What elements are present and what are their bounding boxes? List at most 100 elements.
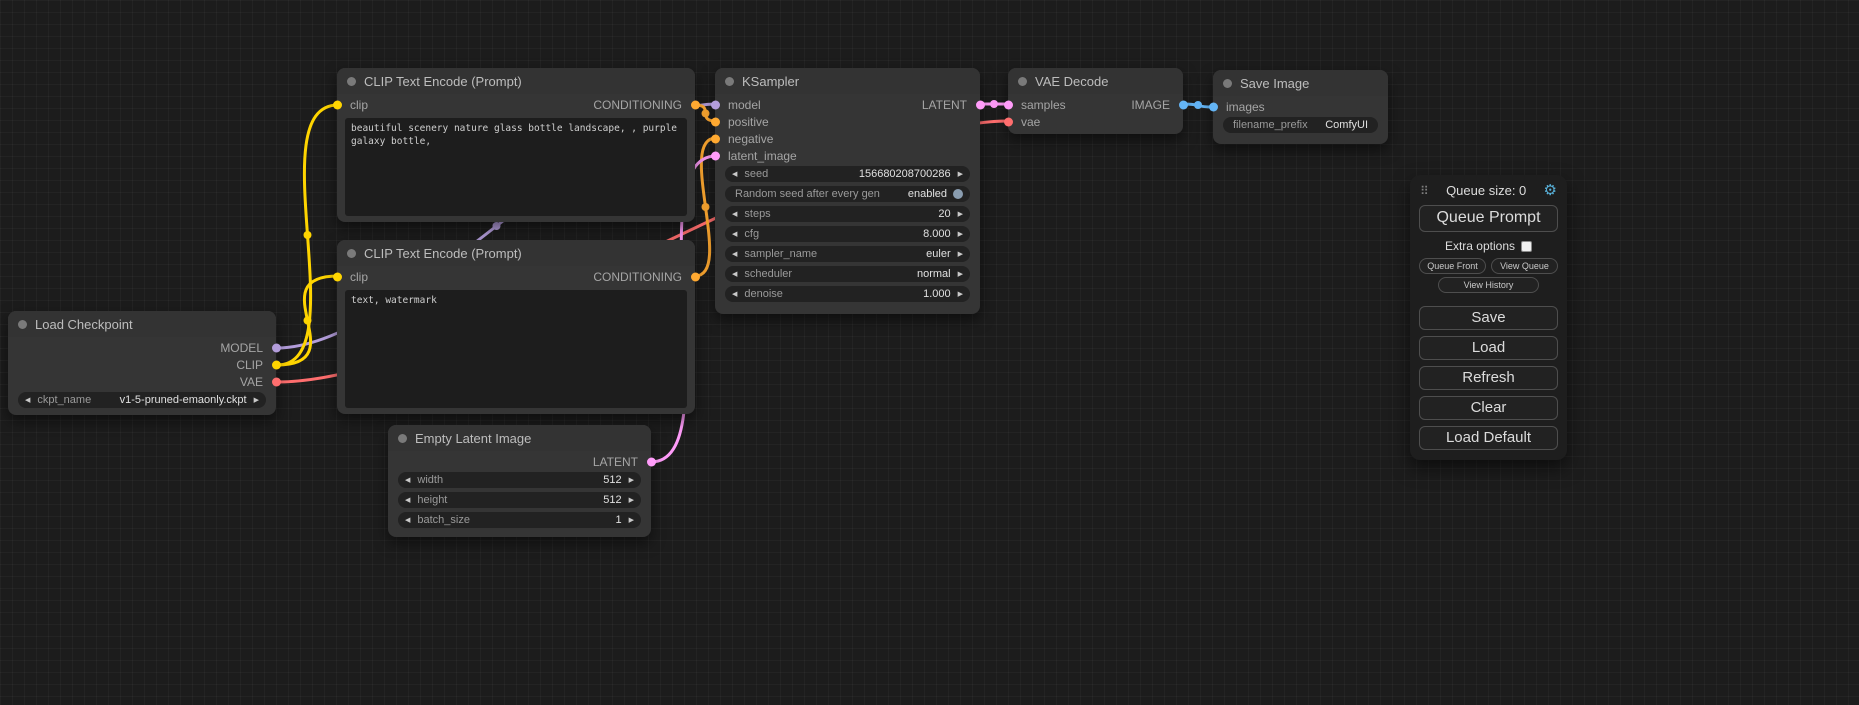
widget-sampler-name[interactable]: ◀ sampler_name euler ▶: [725, 246, 970, 262]
widget-height[interactable]: ◀ height 512 ▶: [398, 492, 641, 508]
widget-name: height: [417, 494, 447, 506]
output-slot-clip[interactable]: [272, 360, 281, 369]
input-slot-clip[interactable]: [333, 272, 342, 281]
slot-row: positive: [715, 113, 980, 130]
clear-button[interactable]: Clear: [1419, 396, 1558, 420]
input-slot-images[interactable]: [1209, 102, 1218, 111]
output-slot-conditioning[interactable]: [691, 272, 700, 281]
save-button[interactable]: Save: [1419, 306, 1558, 330]
node-load-checkpoint[interactable]: Load Checkpoint MODEL CLIP VAE ◀ ckpt_na…: [8, 311, 276, 415]
input-slot-positive[interactable]: [711, 117, 720, 126]
arrow-left-icon[interactable]: ◀: [732, 211, 737, 218]
widget-cfg[interactable]: ◀ cfg 8.000 ▶: [725, 226, 970, 242]
arrow-left-icon[interactable]: ◀: [25, 397, 30, 404]
input-label: latent_image: [728, 149, 797, 163]
arrow-right-icon[interactable]: ▶: [958, 251, 963, 258]
slot-row: latent_image: [715, 147, 980, 164]
widget-filename-prefix[interactable]: filename_prefix ComfyUI: [1223, 117, 1378, 133]
arrow-left-icon[interactable]: ◀: [405, 497, 410, 504]
output-slot-image[interactable]: [1179, 100, 1188, 109]
collapse-dot-icon[interactable]: [1018, 77, 1027, 86]
arrow-right-icon[interactable]: ▶: [958, 171, 963, 178]
widget-scheduler[interactable]: ◀ scheduler normal ▶: [725, 266, 970, 282]
input-slot-clip[interactable]: [333, 100, 342, 109]
input-slot-negative[interactable]: [711, 134, 720, 143]
arrow-left-icon[interactable]: ◀: [732, 231, 737, 238]
queue-prompt-button[interactable]: Queue Prompt: [1419, 205, 1558, 232]
slot-row: negative: [715, 130, 980, 147]
wire-clip-positive-midpoint-icon: [304, 231, 312, 239]
widget-value: 1: [615, 514, 621, 526]
slot-row: clip CONDITIONING: [337, 96, 695, 113]
arrow-right-icon[interactable]: ▶: [629, 517, 634, 524]
extra-options-checkbox[interactable]: [1521, 241, 1532, 252]
slot-row: vae: [1008, 113, 1183, 130]
arrow-left-icon[interactable]: ◀: [732, 251, 737, 258]
load-button[interactable]: Load: [1419, 336, 1558, 360]
drag-handle-icon[interactable]: ⠿: [1420, 184, 1429, 198]
gear-icon[interactable]: ⚙: [1544, 183, 1557, 198]
widget-batch-size[interactable]: ◀ batch_size 1 ▶: [398, 512, 641, 528]
node-vae-decode[interactable]: VAE Decode samples IMAGE vae: [1008, 68, 1183, 134]
wire-clip-negative-midpoint-icon: [304, 317, 312, 325]
toggle-icon[interactable]: [953, 189, 963, 199]
output-slot-vae[interactable]: [272, 377, 281, 386]
arrow-right-icon[interactable]: ▶: [958, 231, 963, 238]
slot-row: model LATENT: [715, 96, 980, 113]
node-clip-text-encode-positive[interactable]: CLIP Text Encode (Prompt) clip CONDITION…: [337, 68, 695, 222]
input-slot-latent-image[interactable]: [711, 151, 720, 160]
widget-steps[interactable]: ◀ steps 20 ▶: [725, 206, 970, 222]
extra-options-label: Extra options: [1445, 239, 1515, 253]
collapse-dot-icon[interactable]: [1223, 79, 1232, 88]
load-default-button[interactable]: Load Default: [1419, 426, 1558, 450]
widget-random-seed-toggle[interactable]: Random seed after every gen enabled: [725, 186, 970, 202]
refresh-button[interactable]: Refresh: [1419, 366, 1558, 390]
node-titlebar[interactable]: Load Checkpoint: [8, 311, 276, 337]
output-slot-conditioning[interactable]: [691, 100, 700, 109]
slot-row: VAE: [8, 373, 276, 390]
node-titlebar[interactable]: Empty Latent Image: [388, 425, 651, 451]
node-titlebar[interactable]: CLIP Text Encode (Prompt): [337, 240, 695, 266]
widget-ckpt-name[interactable]: ◀ ckpt_name v1-5-pruned-emaonly.ckpt ▶: [18, 392, 266, 408]
arrow-right-icon[interactable]: ▶: [629, 497, 634, 504]
prompt-textarea[interactable]: text, watermark: [345, 290, 687, 408]
arrow-left-icon[interactable]: ◀: [405, 517, 410, 524]
input-slot-samples[interactable]: [1004, 100, 1013, 109]
node-titlebar[interactable]: KSampler: [715, 68, 980, 94]
node-titlebar[interactable]: Save Image: [1213, 70, 1388, 96]
widget-width[interactable]: ◀ width 512 ▶: [398, 472, 641, 488]
view-queue-button[interactable]: View Queue: [1491, 258, 1558, 274]
output-slot-latent[interactable]: [647, 457, 656, 466]
collapse-dot-icon[interactable]: [725, 77, 734, 86]
collapse-dot-icon[interactable]: [347, 249, 356, 258]
arrow-right-icon[interactable]: ▶: [958, 271, 963, 278]
collapse-dot-icon[interactable]: [347, 77, 356, 86]
graph-canvas[interactable]: Load Checkpoint MODEL CLIP VAE ◀ ckpt_na…: [0, 0, 1859, 705]
slot-row: samples IMAGE: [1008, 96, 1183, 113]
queue-front-button[interactable]: Queue Front: [1419, 258, 1486, 274]
input-slot-vae[interactable]: [1004, 117, 1013, 126]
output-slot-model[interactable]: [272, 343, 281, 352]
arrow-left-icon[interactable]: ◀: [732, 291, 737, 298]
view-history-button[interactable]: View History: [1438, 277, 1538, 293]
node-ksampler[interactable]: KSampler model LATENT positive negative …: [715, 68, 980, 314]
arrow-left-icon[interactable]: ◀: [732, 271, 737, 278]
widget-seed[interactable]: ◀ seed 156680208700286 ▶: [725, 166, 970, 182]
output-slot-latent[interactable]: [976, 100, 985, 109]
arrow-right-icon[interactable]: ▶: [254, 397, 259, 404]
arrow-right-icon[interactable]: ▶: [958, 211, 963, 218]
node-titlebar[interactable]: VAE Decode: [1008, 68, 1183, 94]
collapse-dot-icon[interactable]: [18, 320, 27, 329]
arrow-left-icon[interactable]: ◀: [405, 477, 410, 484]
arrow-left-icon[interactable]: ◀: [732, 171, 737, 178]
node-empty-latent-image[interactable]: Empty Latent Image LATENT ◀ width 512 ▶ …: [388, 425, 651, 537]
node-titlebar[interactable]: CLIP Text Encode (Prompt): [337, 68, 695, 94]
node-clip-text-encode-negative[interactable]: CLIP Text Encode (Prompt) clip CONDITION…: [337, 240, 695, 414]
node-save-image[interactable]: Save Image images filename_prefix ComfyU…: [1213, 70, 1388, 144]
prompt-textarea[interactable]: beautiful scenery nature glass bottle la…: [345, 118, 687, 216]
input-slot-model[interactable]: [711, 100, 720, 109]
arrow-right-icon[interactable]: ▶: [958, 291, 963, 298]
arrow-right-icon[interactable]: ▶: [629, 477, 634, 484]
collapse-dot-icon[interactable]: [398, 434, 407, 443]
widget-denoise[interactable]: ◀ denoise 1.000 ▶: [725, 286, 970, 302]
